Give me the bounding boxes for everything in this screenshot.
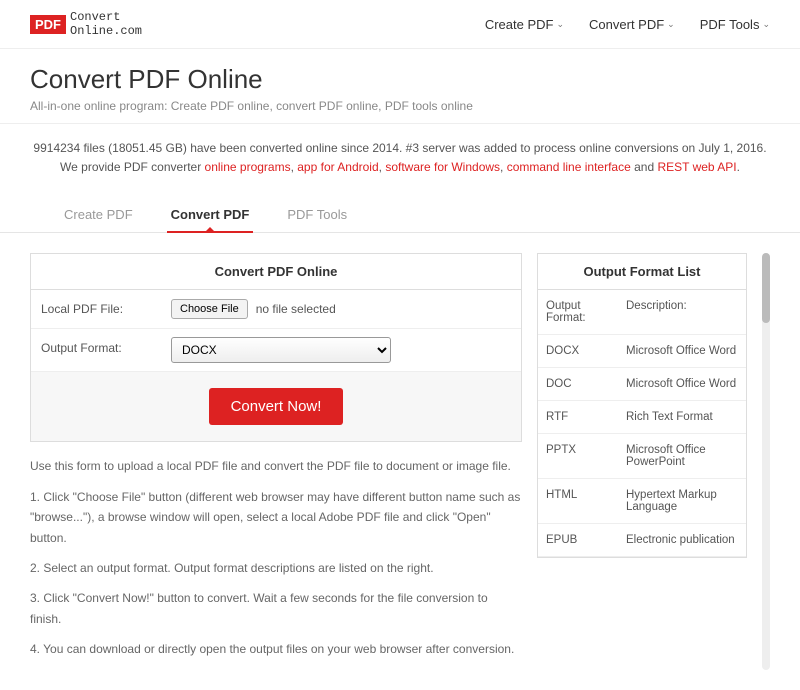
format-label: Output Format: (31, 329, 161, 371)
format-row-doc: DOCMicrosoft Office Word (538, 368, 746, 401)
file-label: Local PDF File: (31, 290, 161, 328)
stats-line2: We provide PDF converter online programs… (30, 158, 770, 177)
link-online-programs[interactable]: online programs (205, 160, 291, 174)
link-android[interactable]: app for Android (297, 160, 378, 174)
convert-panel: Convert PDF Online Local PDF File: Choos… (30, 253, 522, 442)
format-row-epub: EPUBElectronic publication (538, 524, 746, 557)
format-row-pptx: PPTXMicrosoft Office PowerPoint (538, 434, 746, 479)
tabs: Create PDF Convert PDF PDF Tools (0, 197, 800, 233)
main: Convert PDF Online Local PDF File: Choos… (0, 233, 800, 689)
link-cli[interactable]: command line interface (507, 160, 631, 174)
convert-now-button[interactable]: Convert Now! (209, 388, 344, 425)
format-list-heading: Output Format List (538, 254, 746, 290)
col-description: Description: (618, 290, 746, 334)
stats: 9914234 files (18051.45 GB) have been co… (0, 124, 800, 187)
step-2: 2. Select an output format. Output forma… (30, 558, 522, 578)
step-3: 3. Click "Convert Now!" button to conver… (30, 588, 522, 629)
format-row-rtf: RTFRich Text Format (538, 401, 746, 434)
step-1: 1. Click "Choose File" button (different… (30, 487, 522, 548)
logo-line1: Convert (70, 10, 142, 24)
logo-line2: Online.com (70, 24, 142, 38)
col-format: Output Format: (538, 290, 618, 334)
panel-heading: Convert PDF Online (31, 254, 521, 290)
convert-row: Convert Now! (31, 372, 521, 441)
tab-convert-pdf[interactable]: Convert PDF (167, 197, 254, 232)
instructions: Use this form to upload a local PDF file… (30, 456, 522, 659)
right-column: Output Format List Output Format: Descri… (537, 253, 747, 558)
left-column: Convert PDF Online Local PDF File: Choos… (30, 253, 522, 669)
chevron-down-icon: ⌄ (762, 19, 770, 30)
topbar: PDF Convert Online.com Create PDF⌄ Conve… (0, 0, 800, 49)
logo[interactable]: PDF Convert Online.com (30, 10, 142, 38)
file-row: Local PDF File: Choose File no file sele… (31, 290, 521, 329)
format-row-docx: DOCXMicrosoft Office Word (538, 335, 746, 368)
stats-line1: 9914234 files (18051.45 GB) have been co… (30, 139, 770, 158)
topnav-convert-pdf[interactable]: Convert PDF⌄ (589, 17, 675, 32)
page-subtitle: All-in-one online program: Create PDF on… (30, 99, 770, 113)
format-row-html: HTMLHypertext Markup Language (538, 479, 746, 524)
format-header-row: Output Format: Description: (538, 290, 746, 335)
link-windows[interactable]: software for Windows (385, 160, 500, 174)
tab-create-pdf[interactable]: Create PDF (60, 197, 137, 232)
titlebar: Convert PDF Online All-in-one online pro… (0, 49, 800, 124)
chevron-down-icon: ⌄ (667, 19, 675, 30)
logo-badge: PDF (30, 15, 66, 34)
step-4: 4. You can download or directly open the… (30, 639, 522, 659)
topnav-pdf-tools[interactable]: PDF Tools⌄ (700, 17, 770, 32)
scrollbar[interactable] (762, 253, 770, 669)
choose-file-button[interactable]: Choose File (171, 299, 248, 319)
file-status: no file selected (256, 302, 336, 316)
page-title: Convert PDF Online (30, 64, 770, 95)
instructions-intro: Use this form to upload a local PDF file… (30, 456, 522, 476)
link-api[interactable]: REST web API (657, 160, 736, 174)
topnav-create-pdf[interactable]: Create PDF⌄ (485, 17, 564, 32)
tab-pdf-tools[interactable]: PDF Tools (283, 197, 351, 232)
chevron-down-icon: ⌄ (556, 19, 564, 30)
topnav: Create PDF⌄ Convert PDF⌄ PDF Tools⌄ (485, 17, 770, 32)
format-row: Output Format: DOCX (31, 329, 521, 372)
scrollbar-thumb[interactable] (762, 253, 770, 323)
output-format-select[interactable]: DOCX (171, 337, 391, 363)
format-list-panel: Output Format List Output Format: Descri… (537, 253, 747, 558)
